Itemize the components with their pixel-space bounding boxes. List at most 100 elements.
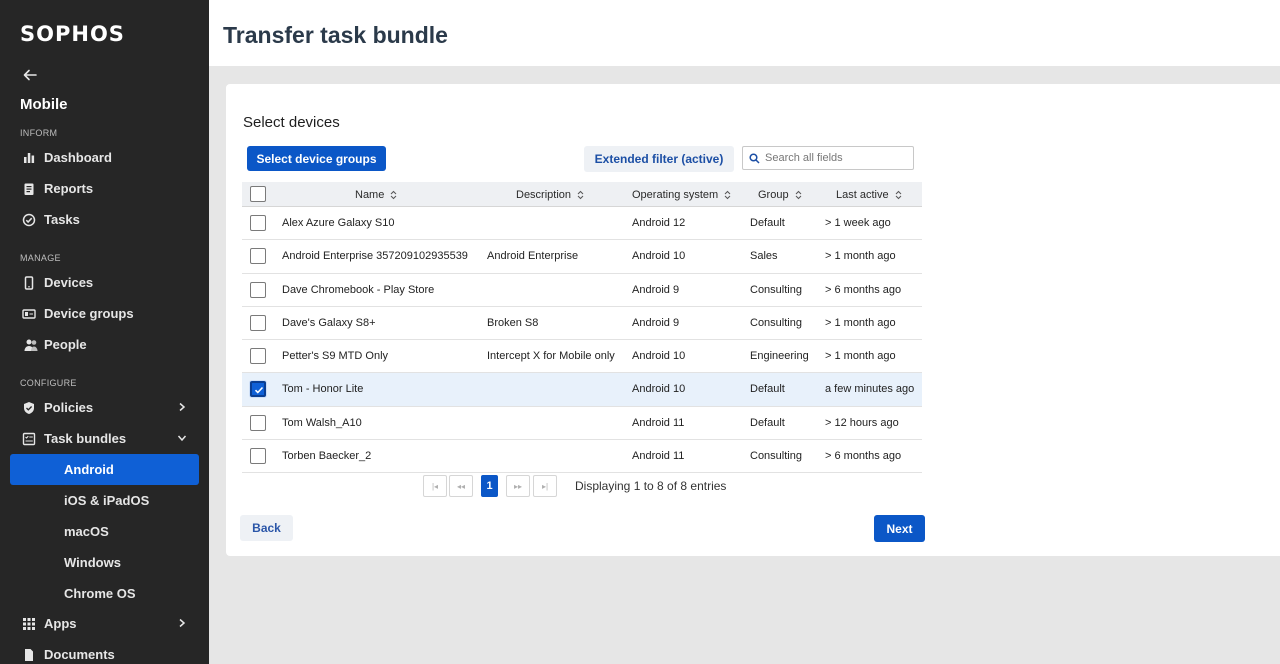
nav-tasks-label: Tasks bbox=[44, 212, 80, 227]
section-label-inform: INFORM bbox=[20, 128, 58, 138]
table-row[interactable]: Tom - Honor Lite Android 10 Default a few m… bbox=[242, 373, 922, 407]
nav-sub-ios[interactable]: iOS & iPadOS bbox=[0, 485, 209, 516]
sidebar: SOPHOS Mobile INFORM Dashboard Reports T… bbox=[0, 0, 209, 664]
phone-icon bbox=[24, 275, 34, 290]
grid-icon bbox=[23, 617, 35, 630]
select-device-groups-button[interactable]: Select device groups bbox=[247, 146, 386, 171]
nav-sub-android[interactable]: Android bbox=[10, 454, 199, 485]
cell-name: Tom - Honor Lite bbox=[282, 383, 364, 396]
column-group-label: Group bbox=[758, 188, 789, 201]
row-checkbox[interactable] bbox=[250, 314, 266, 331]
cell-group: Consulting bbox=[750, 316, 802, 329]
next-button[interactable]: Next bbox=[874, 515, 925, 542]
nav-apps-label: Apps bbox=[44, 616, 77, 631]
cell-os: Android 11 bbox=[632, 416, 685, 429]
sort-icon bbox=[795, 190, 801, 199]
column-description-label: Description bbox=[516, 188, 572, 201]
cell-description: Broken S8 bbox=[487, 316, 539, 329]
cell-group: Default bbox=[750, 383, 785, 396]
search-input[interactable] bbox=[765, 152, 905, 164]
row-checkbox[interactable] bbox=[250, 447, 266, 464]
back-button[interactable]: Back bbox=[240, 515, 293, 541]
pagination-info: Displaying 1 to 8 of 8 entries bbox=[575, 479, 727, 493]
nav-policies[interactable]: Policies bbox=[0, 392, 209, 423]
table-row[interactable]: Dave's Galaxy S8+ Broken S8 Android 9 Consu… bbox=[242, 307, 922, 340]
row-checkbox[interactable] bbox=[250, 248, 266, 265]
back-arrow-icon[interactable] bbox=[22, 67, 38, 83]
nav-reports-label: Reports bbox=[44, 181, 94, 196]
table-header: Name Description Operating system Group … bbox=[242, 182, 922, 207]
nav-people[interactable]: People bbox=[0, 329, 209, 360]
cell-os: Android 12 bbox=[632, 217, 686, 230]
column-header-name[interactable]: Name bbox=[355, 182, 397, 207]
cell-os: Android 9 bbox=[632, 316, 680, 329]
shield-icon bbox=[24, 401, 34, 414]
row-checkbox[interactable] bbox=[250, 281, 266, 298]
chevron-down-icon bbox=[177, 435, 187, 442]
first-page-button[interactable]: |◂ bbox=[423, 475, 447, 497]
nav-task-bundles[interactable]: Task bundles bbox=[0, 423, 209, 454]
nav-policies-label: Policies bbox=[44, 400, 94, 415]
cell-last-active: > 1 month ago bbox=[825, 350, 896, 363]
nav-reports[interactable]: Reports bbox=[0, 173, 209, 204]
page-1-button[interactable]: 1 bbox=[481, 475, 498, 497]
extended-filter-button[interactable]: Extended filter (active) bbox=[584, 146, 734, 172]
table-row[interactable]: Dave Chromebook - Play Store Android 9 Con… bbox=[242, 274, 922, 307]
nav-sub-chromeos[interactable]: Chrome OS bbox=[0, 578, 209, 609]
row-checkbox[interactable] bbox=[250, 215, 266, 232]
nav-task-bundles-label: Task bundles bbox=[44, 431, 127, 446]
nav-apps[interactable]: Apps bbox=[0, 608, 209, 639]
task-bundle-icon bbox=[22, 432, 36, 445]
nav-dashboard-label: Dashboard bbox=[44, 150, 112, 165]
cell-name: Dave Chromebook - Play Store bbox=[282, 283, 435, 296]
nav-dashboard[interactable]: Dashboard bbox=[0, 142, 209, 173]
cell-name: Torben Baecker_2 bbox=[282, 449, 372, 462]
nav-device-groups[interactable]: Device groups bbox=[0, 298, 209, 329]
row-checkbox[interactable] bbox=[250, 381, 266, 398]
sophos-logo: SOPHOS bbox=[20, 22, 125, 46]
table-row[interactable]: Petter's S9 MTD Only Intercept X for Mobi… bbox=[242, 340, 922, 374]
nav-sub-macos[interactable]: macOS bbox=[0, 516, 209, 547]
nav-tasks[interactable]: Tasks bbox=[0, 204, 209, 235]
column-header-description[interactable]: Description bbox=[516, 182, 584, 207]
page-header: Transfer task bundle bbox=[209, 0, 1280, 66]
section-title: Select devices bbox=[243, 114, 340, 131]
table-row[interactable]: Alex Azure Galaxy S10 Android 12 Default > … bbox=[242, 207, 922, 241]
nav-documents-label: Documents bbox=[44, 647, 115, 662]
people-icon bbox=[24, 339, 38, 351]
cell-group: Default bbox=[750, 217, 785, 230]
column-header-os[interactable]: Operating system bbox=[632, 182, 731, 207]
table-row[interactable]: Tom Walsh_A10 Android 11 Default > 12 hours… bbox=[242, 407, 922, 440]
nav-devices[interactable]: Devices bbox=[0, 267, 209, 298]
row-checkbox[interactable] bbox=[250, 414, 266, 431]
column-header-group[interactable]: Group bbox=[758, 182, 802, 207]
row-checkbox[interactable] bbox=[250, 348, 266, 365]
prev-page-button[interactable]: ◂◂ bbox=[449, 475, 473, 497]
nav-sub-windows[interactable]: Windows bbox=[0, 547, 209, 578]
cell-name: Android Enterprise 357209102935539 bbox=[282, 250, 468, 263]
page-title: Transfer task bundle bbox=[223, 22, 448, 48]
cell-name: Alex Azure Galaxy S10 bbox=[282, 217, 395, 230]
column-header-last-active[interactable]: Last active bbox=[836, 182, 902, 207]
select-all-checkbox[interactable] bbox=[250, 186, 266, 202]
sort-icon bbox=[577, 190, 584, 199]
cell-last-active: > 12 hours ago bbox=[825, 416, 899, 429]
table-row[interactable]: Android Enterprise 357209102935539 Androi… bbox=[242, 240, 922, 274]
sort-icon bbox=[895, 190, 901, 199]
sort-icon bbox=[390, 190, 397, 199]
chevron-right-icon bbox=[179, 618, 186, 628]
search-box[interactable] bbox=[742, 146, 914, 170]
cell-name: Tom Walsh_A10 bbox=[282, 416, 362, 429]
next-page-button[interactable]: ▸▸ bbox=[506, 475, 530, 497]
cell-os: Android 10 bbox=[632, 383, 686, 396]
cell-last-active: > 6 months ago bbox=[825, 283, 902, 296]
last-page-button[interactable]: ▸| bbox=[533, 475, 557, 497]
section-label-manage: MANAGE bbox=[20, 253, 61, 263]
cell-last-active: a few minutes ago bbox=[825, 383, 915, 396]
checkmark-icon bbox=[254, 387, 264, 395]
table-row[interactable]: Torben Baecker_2 Android 11 Consulting > 6 … bbox=[242, 440, 922, 473]
document-icon bbox=[25, 648, 33, 661]
cell-os: Android 10 bbox=[632, 250, 686, 263]
nav-documents[interactable]: Documents bbox=[0, 639, 209, 664]
column-name-label: Name bbox=[355, 188, 385, 201]
